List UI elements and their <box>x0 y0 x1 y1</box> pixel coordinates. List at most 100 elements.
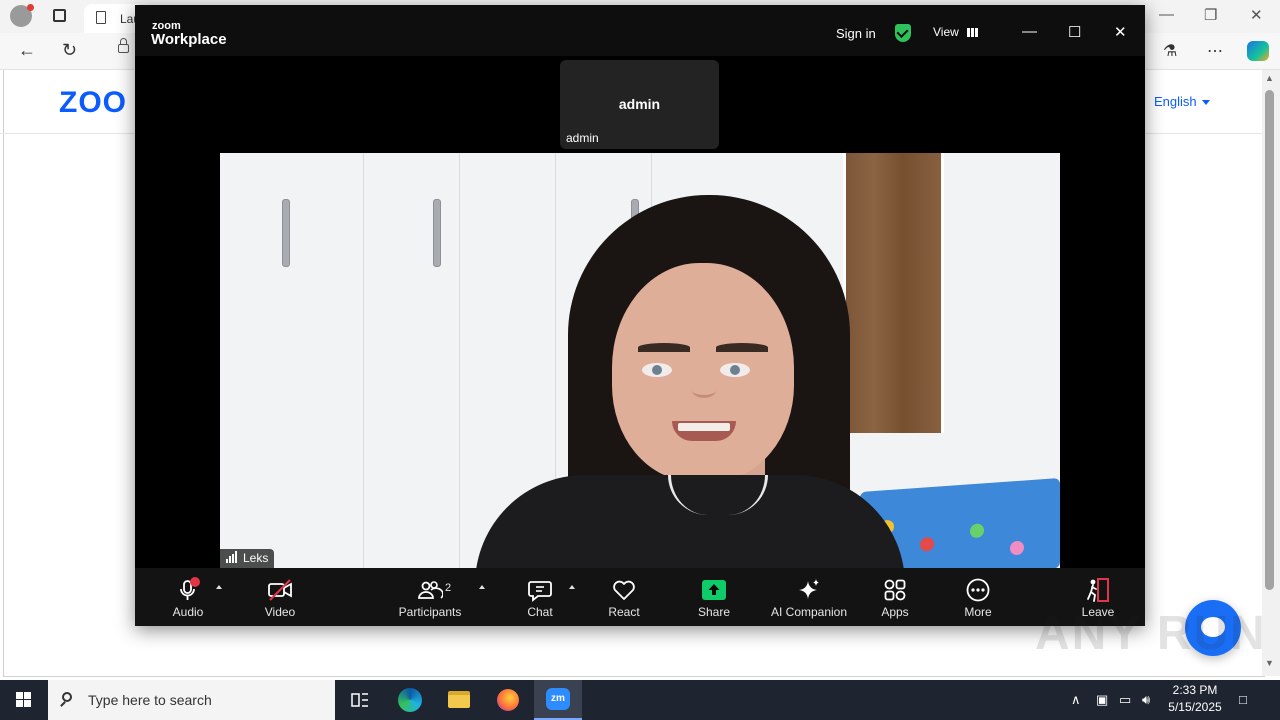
browser-restore-icon[interactable]: ❐ <box>1204 6 1217 24</box>
search-placeholder: Type here to search <box>88 692 212 708</box>
chat-label: Chat <box>527 605 553 619</box>
apps-button[interactable]: Apps <box>870 568 920 626</box>
apps-icon <box>884 579 906 601</box>
participants-label: Participants <box>398 605 462 619</box>
caret-down-icon <box>1201 100 1210 106</box>
firefox-icon[interactable] <box>484 680 532 720</box>
participant-tile[interactable]: admin admin <box>560 60 719 149</box>
participants-count: 2 <box>445 582 452 594</box>
share-button[interactable]: Share <box>689 568 739 626</box>
search-icon-handle <box>60 701 66 707</box>
hidden-icons-chevron-icon[interactable]: ∧ <box>1071 692 1081 708</box>
eye <box>720 363 750 377</box>
audio-options-caret-icon[interactable] <box>216 585 222 589</box>
language-selector[interactable]: English <box>1154 94 1210 109</box>
wardrobe-door <box>363 153 460 568</box>
taskbar-search-box[interactable]: Type here to search <box>48 680 335 720</box>
zoom-title-bar: zoom Workplace Sign in View — ☐ ✕ <box>135 5 1145 56</box>
windows-start-icon[interactable] <box>16 692 32 708</box>
active-speaker-video[interactable]: Leks <box>220 153 1060 568</box>
view-button[interactable]: View <box>933 25 959 39</box>
taskbar-clock-time[interactable]: 2:33 PM <box>1170 683 1220 697</box>
video-name-badge: Leks <box>220 549 275 568</box>
more-dots-icon <box>966 578 990 602</box>
taskbar-clock-date[interactable]: 5/15/2025 <box>1166 700 1224 714</box>
participants-icon <box>418 581 443 599</box>
encryption-shield-icon[interactable] <box>895 24 911 42</box>
network-icon[interactable]: ▭ <box>1119 692 1131 708</box>
wooden-panel <box>843 153 944 433</box>
eyebrow <box>716 343 768 352</box>
heart-icon <box>613 580 635 600</box>
zoom-maximize-icon[interactable]: ☐ <box>1068 23 1081 41</box>
extensions-icon[interactable]: ⚗ <box>1163 41 1177 61</box>
zoom-meeting-window: zoom Workplace Sign in View — ☐ ✕ admin … <box>135 5 1145 626</box>
refresh-icon[interactable]: ↻ <box>62 40 77 61</box>
back-icon[interactable]: ← <box>18 40 36 61</box>
participant-name-label: admin <box>566 131 599 145</box>
page-icon <box>96 11 106 24</box>
wardrobe-door <box>220 153 364 568</box>
video-button[interactable]: Video <box>250 568 310 626</box>
zoom-close-icon[interactable]: ✕ <box>1114 23 1127 41</box>
chat-options-caret-icon[interactable] <box>569 585 575 589</box>
react-button[interactable]: React <box>599 568 649 626</box>
zoom-icon[interactable]: zm <box>534 680 582 720</box>
participants-options-caret-icon[interactable] <box>479 585 485 589</box>
share-label: Share <box>697 605 731 619</box>
iris <box>652 365 662 375</box>
chat-icon <box>528 581 552 602</box>
edge-icon[interactable] <box>386 680 434 720</box>
sign-in-button[interactable]: Sign in <box>836 26 876 41</box>
lock-icon[interactable] <box>118 44 129 53</box>
share-screen-icon <box>702 580 726 600</box>
ai-companion-button[interactable]: AI Companion <box>769 568 849 626</box>
leave-door-icon <box>1087 578 1109 602</box>
apps-label: Apps <box>881 605 909 619</box>
meet-now-icon[interactable]: ▣ <box>1096 692 1108 708</box>
copilot-icon[interactable] <box>1247 41 1269 61</box>
more-label: More <box>964 605 992 619</box>
audio-button[interactable]: Audio <box>155 568 220 626</box>
file-explorer-icon[interactable] <box>435 680 483 720</box>
video-participant-name: Leks <box>243 551 269 565</box>
meeting-controls-bar: Audio Video 2 Participants Chat React Sh… <box>135 568 1145 626</box>
page-frame-left <box>3 70 4 676</box>
participants-button[interactable]: 2 Participants <box>393 568 467 626</box>
mouth <box>672 421 736 441</box>
chat-button[interactable]: Chat <box>515 568 565 626</box>
tab-actions-icon[interactable] <box>53 9 66 22</box>
gallery-grid-icon[interactable] <box>967 28 978 37</box>
scrollbar-thumb[interactable] <box>1265 90 1274 590</box>
browser-close-icon[interactable]: ✕ <box>1250 6 1263 24</box>
ai-sparkle-icon <box>799 579 819 599</box>
watermark: ANY RUN <box>1035 607 1267 660</box>
signal-strength-icon <box>226 550 238 568</box>
notifications-icon[interactable]: □ <box>1239 692 1247 707</box>
windows-taskbar: Type here to search zm ∧ ▣ ▭ 🔊︎ □ <box>0 680 1280 720</box>
box-pattern <box>1010 540 1024 556</box>
box-pattern <box>970 523 984 539</box>
ai-companion-label: AI Companion <box>770 605 848 619</box>
audio-label: Audio <box>172 605 204 619</box>
eyebrow <box>638 343 690 352</box>
more-button[interactable]: More <box>953 568 1003 626</box>
language-label: English <box>1154 94 1197 109</box>
video-label: Video <box>264 605 296 619</box>
door-handle <box>433 199 441 267</box>
browser-minimize-icon[interactable]: — <box>1159 6 1174 23</box>
check-icon <box>896 25 909 39</box>
iris <box>730 365 740 375</box>
video-off-icon <box>268 579 292 601</box>
task-view-icon[interactable] <box>336 680 384 720</box>
more-options-icon[interactable]: ⋯ <box>1207 41 1223 61</box>
volume-icon[interactable]: 🔊︎ <box>1142 692 1150 708</box>
teeth <box>678 423 730 431</box>
door-handle <box>282 199 290 267</box>
website-logo[interactable]: ZOO <box>59 86 127 120</box>
notification-dot <box>27 4 34 11</box>
scroll-up-icon[interactable]: ▲ <box>1265 73 1274 83</box>
zoom-minimize-icon[interactable]: — <box>1022 23 1037 40</box>
box-pattern <box>920 536 934 552</box>
nose <box>692 383 716 398</box>
